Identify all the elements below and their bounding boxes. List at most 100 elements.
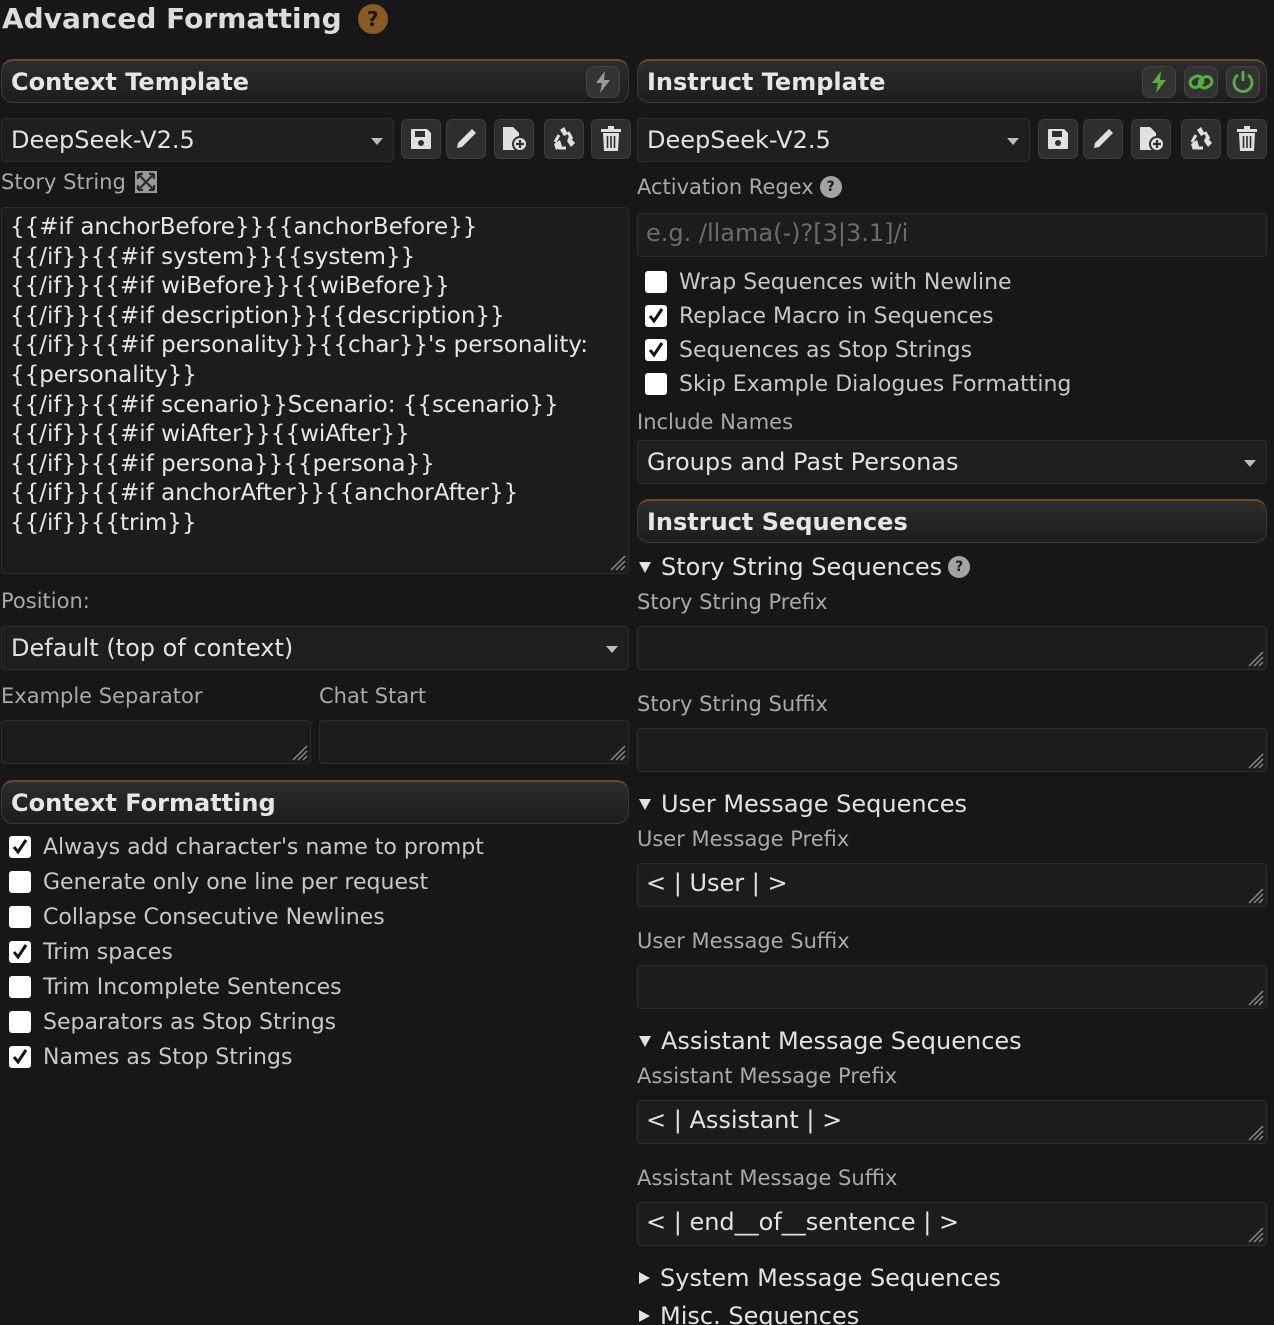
story-string-label: Story String (1, 170, 126, 194)
resize-grip-icon[interactable] (1246, 1225, 1264, 1243)
assistant-message-prefix-input[interactable]: < | Assistant | > (637, 1100, 1267, 1144)
checkbox[interactable] (645, 339, 667, 361)
resize-grip-icon[interactable] (290, 743, 308, 761)
user-message-prefix-input[interactable]: < | User | > (637, 863, 1267, 907)
activation-regex-input[interactable]: e.g. /llama(-)?[3|3.1]/i (637, 213, 1267, 257)
checkbox-label: Wrap Sequences with Newline (679, 269, 1012, 295)
restore-instruct-button[interactable] (1181, 119, 1221, 159)
include-names-selected: Groups and Past Personas (647, 448, 959, 476)
triangle-down-icon (639, 1035, 651, 1047)
checkbox[interactable] (9, 836, 31, 858)
position-selected: Default (top of context) (11, 634, 294, 662)
chat-start-input[interactable] (319, 720, 629, 764)
story-string-sequences-toggle[interactable]: Story String Sequences ? (639, 553, 971, 581)
checkbox[interactable] (9, 976, 31, 998)
user-message-sequences-toggle[interactable]: User Message Sequences (639, 790, 967, 818)
checkbox[interactable] (9, 906, 31, 928)
checkbox[interactable] (645, 271, 667, 293)
bolt-icon[interactable] (586, 66, 620, 98)
checkbox-row[interactable]: Trim Incomplete Sentences (9, 971, 609, 1003)
include-names-label: Include Names (637, 410, 794, 434)
story-string-text: {{#if anchorBefore}}{{anchorBefore}} {{/… (10, 214, 589, 536)
context-template-selected: DeepSeek-V2.5 (11, 126, 195, 154)
chevron-down-icon (371, 138, 383, 145)
checkbox-row[interactable]: Skip Example Dialogues Formatting (645, 367, 1265, 401)
power-icon[interactable] (1226, 66, 1260, 98)
user-message-sequences-title: User Message Sequences (661, 790, 968, 818)
activation-regex-placeholder: e.g. /llama(-)?[3|3.1]/i (646, 219, 909, 247)
link-icon[interactable] (1184, 66, 1218, 98)
user-message-suffix-label: User Message Suffix (637, 929, 850, 953)
recycle-icon (553, 127, 575, 150)
checkbox-row[interactable]: Separators as Stop Strings (9, 1006, 609, 1038)
user-message-suffix-input[interactable] (637, 965, 1267, 1009)
checkbox-label: Replace Macro in Sequences (679, 303, 994, 329)
checkbox[interactable] (9, 1046, 31, 1068)
instruct-template-select[interactable]: DeepSeek-V2.5 (637, 118, 1030, 162)
checkbox-label: Generate only one line per request (43, 869, 429, 895)
system-message-sequences-toggle[interactable]: System Message Sequences (639, 1264, 1001, 1292)
story-string-prefix-input[interactable] (637, 626, 1267, 670)
checkbox-label: Sequences as Stop Strings (679, 337, 973, 363)
assistant-message-sequences-toggle[interactable]: Assistant Message Sequences (639, 1027, 1022, 1055)
position-label: Position: (1, 589, 90, 613)
file-add-icon (1140, 127, 1165, 152)
story-string-sequences-title: Story String Sequences (661, 553, 943, 581)
checkbox-row[interactable]: Collapse Consecutive Newlines (9, 901, 609, 933)
delete-instruct-button[interactable] (1227, 119, 1267, 159)
save-context-button[interactable] (401, 119, 441, 159)
context-template-select[interactable]: DeepSeek-V2.5 (1, 118, 394, 162)
checkbox-row[interactable]: Trim spaces (9, 936, 609, 968)
resize-grip-icon[interactable] (608, 743, 626, 761)
checkbox-row[interactable]: Generate only one line per request (9, 866, 609, 898)
misc-sequences-toggle[interactable]: Misc. Sequences (639, 1302, 859, 1325)
checkbox[interactable] (645, 305, 667, 327)
story-string-textarea[interactable]: {{#if anchorBefore}}{{anchorBefore}} {{/… (1, 207, 629, 574)
assistant-message-prefix-value: < | Assistant | > (646, 1106, 843, 1134)
triangle-right-icon (639, 1310, 650, 1322)
help-icon[interactable]: ? (357, 3, 388, 34)
help-icon[interactable]: ? (819, 176, 842, 198)
save-instruct-button[interactable] (1038, 119, 1078, 159)
chevron-down-icon (606, 646, 618, 653)
story-string-suffix-label: Story String Suffix (637, 692, 828, 716)
assistant-message-suffix-input[interactable]: < | end__of__sentence | > (637, 1202, 1267, 1246)
import-context-button[interactable] (494, 119, 534, 159)
bolt-icon[interactable] (1142, 66, 1176, 98)
resize-grip-icon[interactable] (1246, 649, 1264, 667)
story-string-label-row: Story String (1, 170, 158, 194)
misc-sequences-title: Misc. Sequences (660, 1302, 860, 1325)
checkbox-row[interactable]: Names as Stop Strings (9, 1041, 609, 1073)
rename-context-button[interactable] (446, 119, 486, 159)
restore-context-button[interactable] (544, 119, 584, 159)
checkbox[interactable] (9, 941, 31, 963)
story-string-suffix-input[interactable] (637, 728, 1267, 772)
resize-grip-icon[interactable] (1246, 751, 1264, 769)
checkbox[interactable] (645, 373, 667, 395)
checkbox-label: Collapse Consecutive Newlines (43, 904, 385, 930)
resize-grip-icon[interactable] (1246, 988, 1264, 1006)
include-names-select[interactable]: Groups and Past Personas (637, 440, 1267, 484)
rename-instruct-button[interactable] (1083, 119, 1123, 159)
delete-context-button[interactable] (591, 119, 631, 159)
assistant-message-suffix-label: Assistant Message Suffix (637, 1166, 898, 1190)
checkbox-label: Names as Stop Strings (43, 1044, 293, 1070)
resize-grip-icon[interactable] (1246, 886, 1264, 904)
position-select[interactable]: Default (top of context) (1, 626, 629, 670)
resize-grip-icon[interactable] (1246, 1123, 1264, 1141)
maximize-icon[interactable] (134, 170, 158, 194)
trash-icon (601, 126, 621, 151)
story-string-prefix-label: Story String Prefix (637, 590, 828, 614)
checkbox-row[interactable]: Sequences as Stop Strings (645, 333, 1265, 367)
checkbox-row[interactable]: Always add character's name to prompt (9, 831, 609, 863)
triangle-right-icon (639, 1272, 650, 1284)
resize-grip-icon[interactable] (608, 553, 626, 571)
help-icon[interactable]: ? (948, 556, 971, 578)
example-separator-input[interactable] (1, 720, 311, 764)
checkbox[interactable] (9, 1011, 31, 1033)
checkbox-row[interactable]: Wrap Sequences with Newline (645, 265, 1265, 299)
checkbox-row[interactable]: Replace Macro in Sequences (645, 299, 1265, 333)
import-instruct-button[interactable] (1131, 119, 1171, 159)
save-icon (411, 129, 431, 149)
checkbox[interactable] (9, 871, 31, 893)
